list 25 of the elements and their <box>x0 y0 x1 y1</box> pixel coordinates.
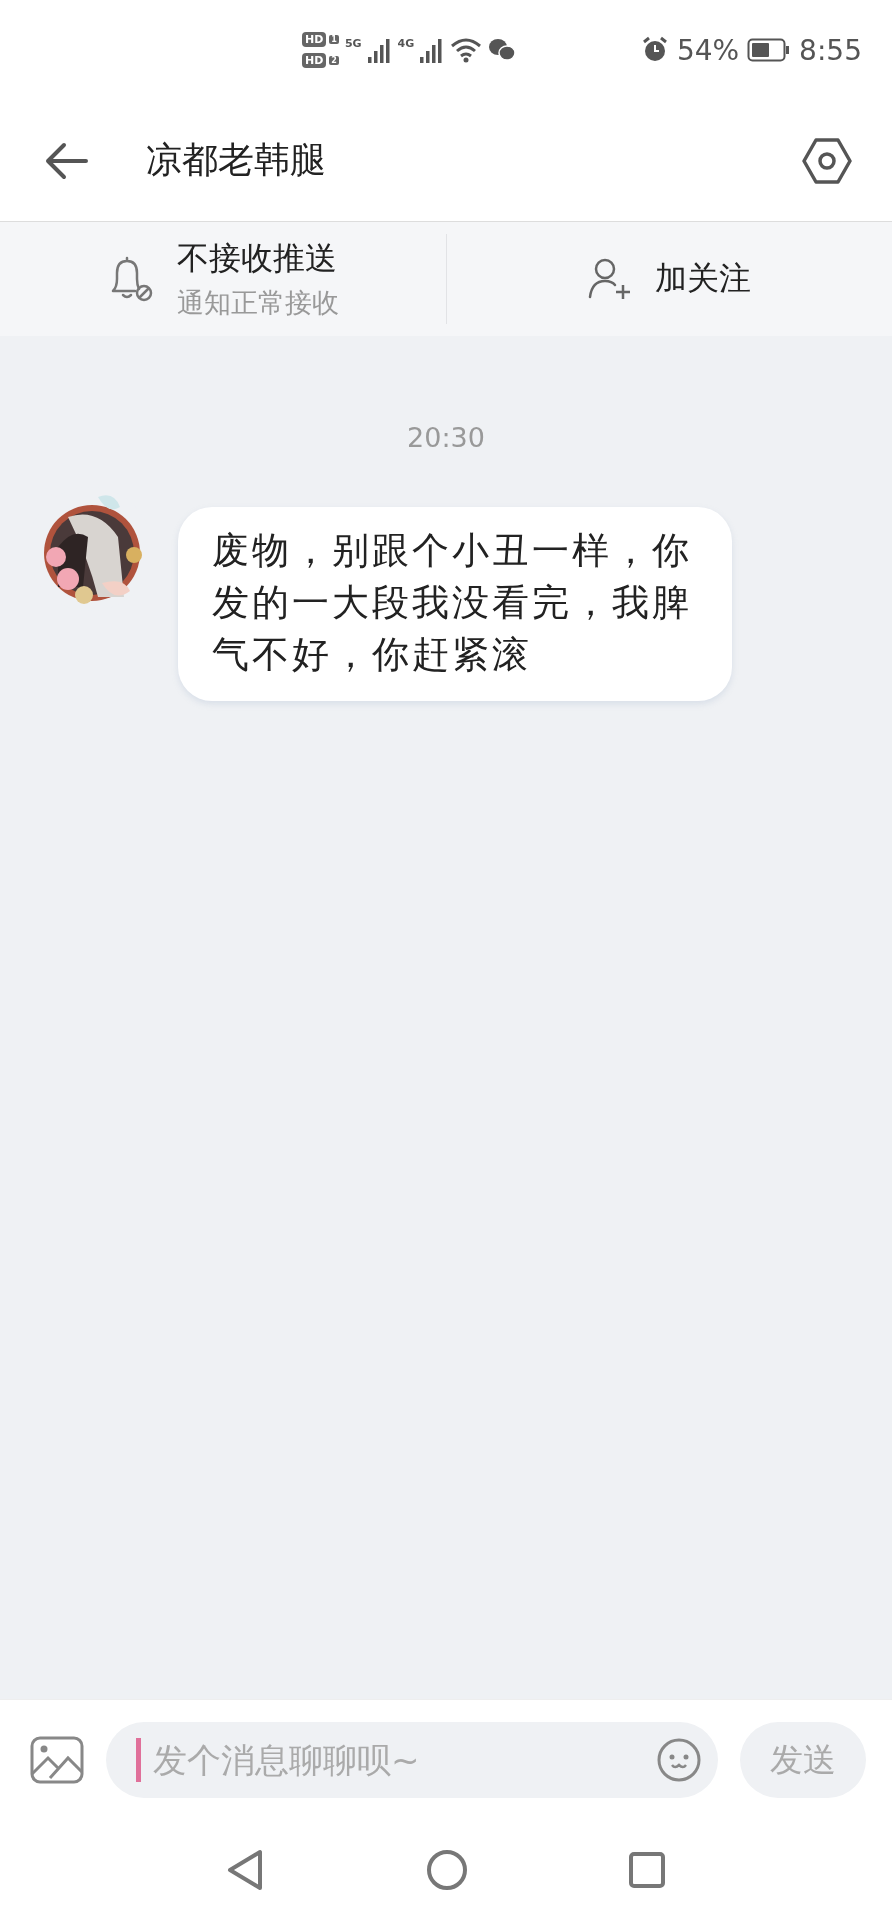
alarm-icon <box>640 36 669 64</box>
wifi-icon <box>450 37 483 63</box>
message-input-field[interactable]: 发个消息聊聊呗~ <box>151 1739 646 1781</box>
network-type-label: 4G <box>397 37 415 50</box>
network-type-label: 5G <box>344 37 362 50</box>
nav-recents-button[interactable] <box>628 1851 666 1889</box>
nav-home-button[interactable] <box>426 1849 468 1891</box>
chat-bubbles-icon <box>488 38 517 62</box>
settings-button[interactable] <box>802 137 852 184</box>
sim-slot-badge: 1 <box>329 35 339 44</box>
battery-icon <box>747 37 792 63</box>
message-input-box[interactable]: 发个消息聊聊呗~ <box>106 1722 718 1798</box>
back-button[interactable] <box>44 141 88 180</box>
clock-time: 8:55 <box>799 33 862 67</box>
message-text: 废物，别跟个小丑一样，你发的一大段我没看完，我脾气不好，你赶紧滚 <box>212 528 692 678</box>
sim-slot-badge: 2 <box>329 56 339 65</box>
emoji-icon[interactable] <box>656 1737 702 1783</box>
notification-setting-button[interactable]: 不接收推送 通知正常接收 <box>0 222 446 336</box>
chat-title: 凉都老韩腿 <box>146 138 327 182</box>
image-button[interactable] <box>30 1736 84 1784</box>
message-time: 20:30 <box>407 422 485 453</box>
hd-badge: HD <box>302 32 327 47</box>
follow-button[interactable]: 加关注 <box>446 222 892 336</box>
hd-badge: HD <box>302 53 327 68</box>
battery-percent: 54% <box>676 33 740 67</box>
